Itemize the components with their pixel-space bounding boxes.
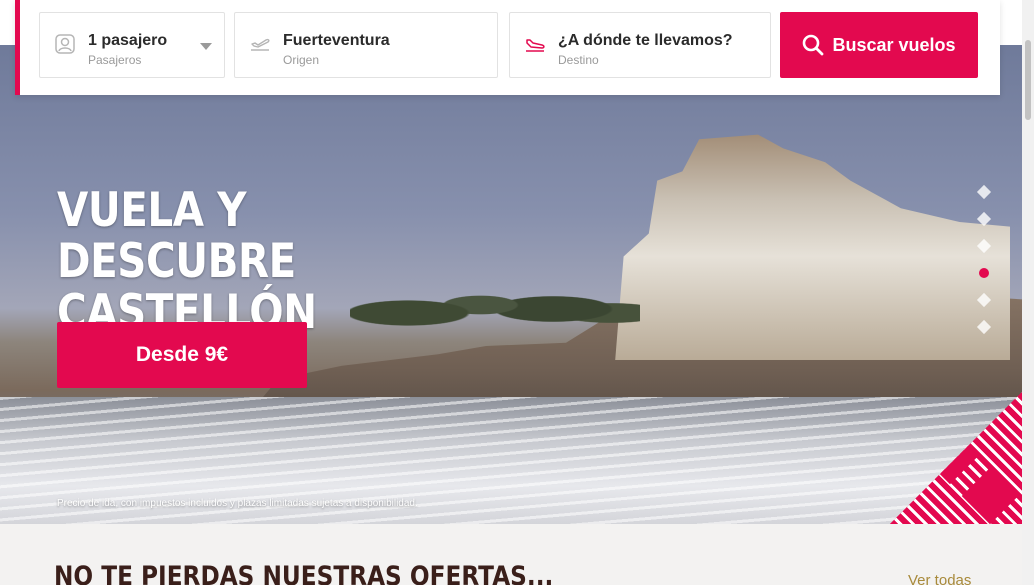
slider-dot-2[interactable]: [976, 211, 992, 227]
plane-landing-icon: [526, 39, 545, 52]
pattern-diamond: [961, 467, 1019, 524]
origin-field[interactable]: Fuerteventura Origen: [234, 12, 498, 78]
search-button-label: Buscar vuelos: [832, 34, 956, 55]
destination-field[interactable]: ¿A dónde te llevamos? Destino: [509, 12, 771, 78]
price-button[interactable]: Desde 9€: [57, 322, 307, 388]
offers-section: NO TE PIERDAS NUESTRAS OFERTAS... Ver to…: [0, 524, 1022, 585]
hero-title-line1: VUELA Y DESCUBRE: [57, 183, 296, 289]
see-all-offers-link[interactable]: Ver todas: [908, 572, 971, 585]
price-disclaimer: Precio de ida, con impuestos incluidos y…: [57, 498, 418, 509]
passengers-selector[interactable]: 1 pasajero Pasajeros: [39, 12, 225, 78]
passengers-value: 1 pasajero: [88, 32, 168, 49]
passengers-label: Pasajeros: [88, 53, 142, 67]
search-flights-button[interactable]: Buscar vuelos: [780, 12, 978, 78]
slider-dot-6[interactable]: [976, 319, 992, 335]
hero-title: VUELA Y DESCUBRE CASTELLÓN: [57, 185, 453, 338]
scrollbar-thumb[interactable]: [1025, 40, 1031, 120]
slider-dot-5[interactable]: [976, 292, 992, 308]
chevron-down-icon: [200, 43, 212, 50]
hero-banner: VUELA Y DESCUBRE CASTELLÓN Desde 9€ Prec…: [0, 45, 1022, 524]
destination-label: Destino: [558, 53, 599, 67]
origin-value: Fuerteventura: [283, 32, 390, 49]
passenger-icon: [55, 34, 75, 54]
offers-title: NO TE PIERDAS NUESTRAS OFERTAS...: [54, 561, 554, 585]
slider-dot-1[interactable]: [976, 184, 992, 200]
slider-dots: [976, 184, 992, 345]
flight-search-panel: 1 pasajero Pasajeros Fuerteventura Orige…: [15, 0, 1000, 95]
origin-label: Origen: [283, 53, 320, 67]
destination-value: ¿A dónde te llevamos?: [558, 32, 733, 49]
page: VUELA Y DESCUBRE CASTELLÓN Desde 9€ Prec…: [0, 0, 1034, 585]
castle-town-image: [615, 134, 1010, 360]
plane-takeoff-icon: [251, 38, 270, 51]
search-icon: [803, 34, 824, 56]
page-scrollbar[interactable]: [1022, 0, 1034, 585]
slider-dot-4-active[interactable]: [979, 268, 989, 278]
slider-dot-3[interactable]: [976, 238, 992, 254]
